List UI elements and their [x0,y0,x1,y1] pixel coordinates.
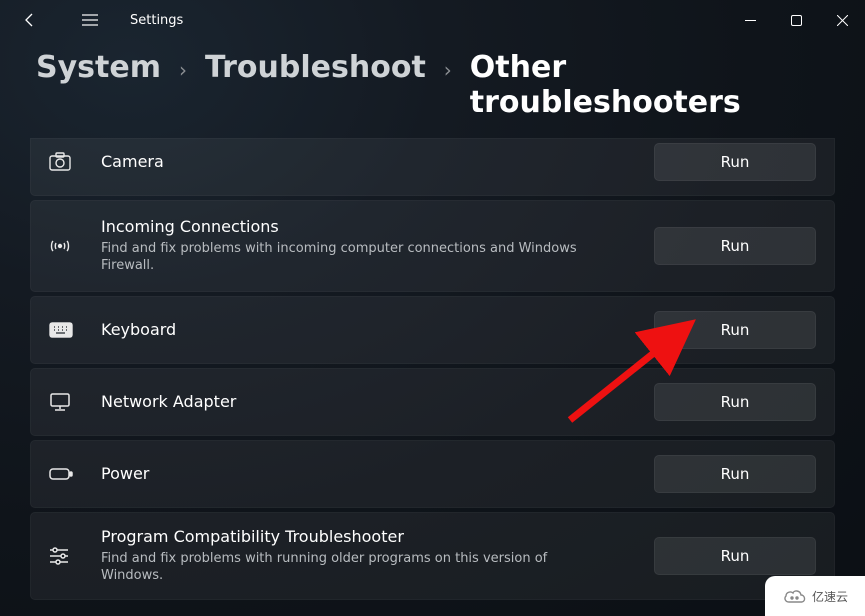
hamburger-icon [82,14,98,26]
back-arrow-icon [22,12,38,28]
monitor-icon [49,392,87,412]
run-button-program-compat[interactable]: Run [654,537,816,575]
camera-icon [49,152,87,172]
battery-icon [49,467,87,481]
troubleshooter-desc: Find and fix problems with running older… [101,550,601,585]
breadcrumb-system[interactable]: System [36,50,161,85]
troubleshooter-card-program-compat[interactable]: Program Compatibility Troubleshooter Fin… [30,512,835,600]
maximize-button[interactable] [773,2,819,38]
troubleshooter-desc: Find and fix problems with incoming comp… [101,240,601,275]
cloud-icon [782,587,808,605]
run-button-power[interactable]: Run [654,455,816,493]
troubleshooter-card-incoming-connections[interactable]: Incoming Connections Find and fix proble… [30,200,835,292]
nav-menu-button[interactable] [70,0,110,40]
troubleshooter-card-power[interactable]: Power Run [30,440,835,508]
run-button-keyboard[interactable]: Run [654,311,816,349]
breadcrumb: System › Troubleshoot › Other troublesho… [0,40,865,138]
minimize-icon [745,15,756,26]
run-button-incoming-connections[interactable]: Run [654,227,816,265]
window-caption-buttons [727,2,865,38]
troubleshooter-title: Incoming Connections [101,217,640,238]
title-bar: Settings [0,0,865,40]
troubleshooter-card-keyboard[interactable]: Keyboard Run [30,296,835,364]
troubleshooter-card-camera[interactable]: Camera Run [30,138,835,196]
run-button-camera[interactable]: Run [654,143,816,181]
breadcrumb-current: Other troubleshooters [470,50,829,120]
close-button[interactable] [819,2,865,38]
app-title: Settings [130,13,183,28]
chevron-right-icon: › [444,58,452,82]
chevron-right-icon: › [179,58,187,82]
troubleshooter-title: Keyboard [101,320,640,341]
antenna-icon [49,236,87,256]
back-button[interactable] [10,0,50,40]
run-button-network-adapter[interactable]: Run [654,383,816,421]
troubleshooter-title: Camera [101,152,640,173]
sliders-icon [49,547,87,565]
troubleshooter-title: Program Compatibility Troubleshooter [101,527,640,548]
troubleshooter-title: Power [101,464,640,485]
maximize-icon [791,15,802,26]
watermark-text: 亿速云 [812,588,848,605]
minimize-button[interactable] [727,2,773,38]
troubleshooter-title: Network Adapter [101,392,640,413]
troubleshooter-card-network-adapter[interactable]: Network Adapter Run [30,368,835,436]
close-icon [837,15,848,26]
watermark: 亿速云 [765,576,865,616]
keyboard-icon [49,322,87,338]
breadcrumb-troubleshoot[interactable]: Troubleshoot [205,50,426,85]
troubleshooter-list: Camera Run Incoming Connections Find and… [0,138,865,600]
